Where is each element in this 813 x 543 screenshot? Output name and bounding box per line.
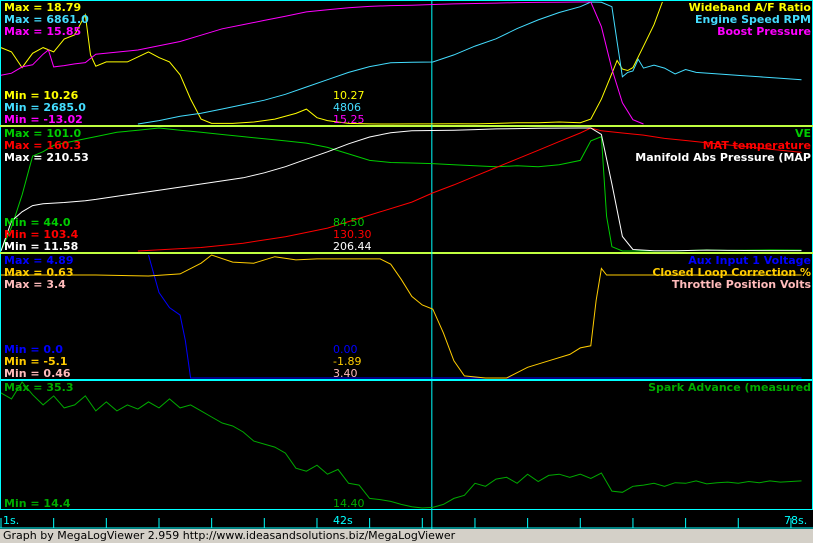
series-max-boost-pressure: Max = 15.85 [4,25,82,38]
series-max-spark-advance-measured: Max = 35.3 [4,381,74,394]
series-cursor-value-spark-advance-measured: 14.40 [333,497,365,510]
series-line-ve [0,127,802,252]
series-cursor-value-throttle-position-volts: 3.40 [333,367,358,380]
series-max-throttle-position-volts: Max = 3.4 [4,278,66,291]
panel-frame-4 [0,380,813,510]
panel-frame-1 [0,0,813,126]
series-min-throttle-position-volts: Min = 0.46 [4,367,71,380]
footer-credit: Graph by MegaLogViewer 2.959 http://www.… [0,529,813,543]
series-name-throttle-position-volts: Throttle Position Volts [671,278,811,291]
series-min-spark-advance-measured: Min = 14.4 [4,497,71,510]
series-cursor-value-boost-pressure: 15.25 [333,113,365,126]
series-line-manifold-abs-pressure-map [0,127,802,252]
series-cursor-value-manifold-abs-pressure-map: 206.44 [333,240,372,253]
series-max-manifold-abs-pressure-map: Max = 210.53 [4,151,89,164]
series-min-boost-pressure: Min = -13.02 [4,113,83,126]
series-min-manifold-abs-pressure-map: Min = 11.58 [4,240,79,253]
time-axis-cursor: 42s [333,514,353,527]
series-line-boost-pressure [0,1,644,125]
time-axis-end: 78s. [784,514,808,527]
time-axis-start: 1s. [3,514,20,527]
series-name-boost-pressure: Boost Pressure [717,25,811,38]
panel-frame-2 [0,126,813,253]
series-name-manifold-abs-pressure-map: Manifold Abs Pressure (MAP [635,151,811,164]
series-name-spark-advance-measured: Spark Advance (measured [648,381,811,394]
series-line-wideband-a-f-ratio [0,1,663,125]
series-line-spark-advance-measured [0,381,802,509]
